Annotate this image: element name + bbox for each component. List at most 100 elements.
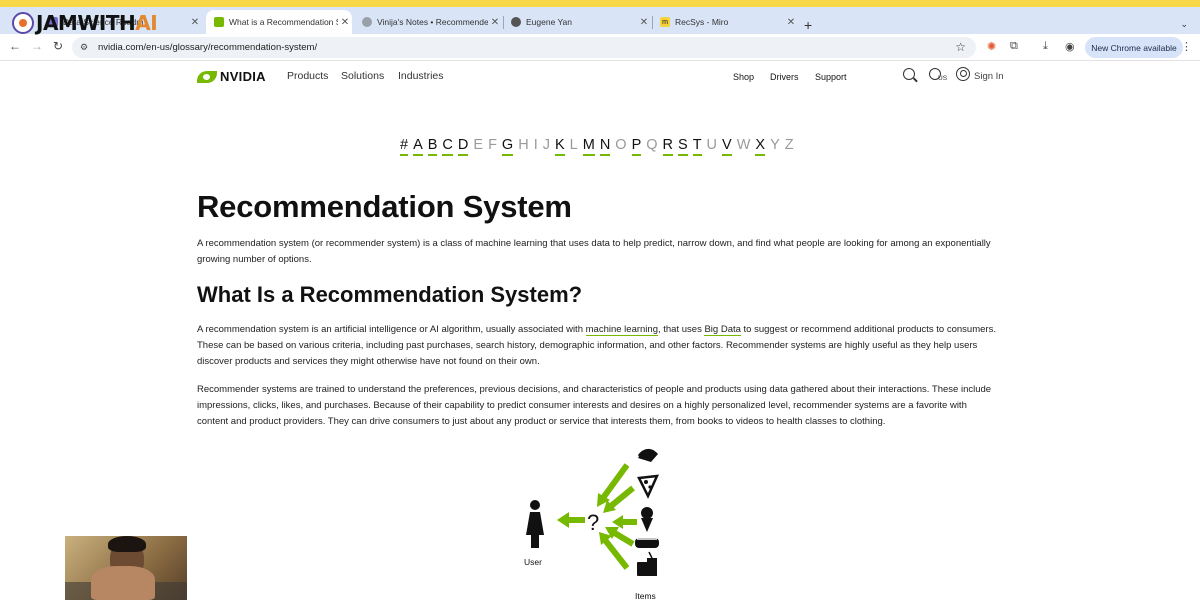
alphabet-letter-x[interactable]: X [755,137,766,156]
close-icon[interactable]: ✕ [188,17,202,28]
tab-eugene-yan[interactable]: Eugene Yan ✕ [503,10,651,34]
article: Recommendation System A recommendation s… [197,188,997,430]
body-paragraph-2: Recommender systems are trained to under… [197,384,992,427]
items-label: Items [635,591,656,600]
arrow-to-user-head [557,512,569,528]
logo-wordmark: JAMWITHAI [36,11,158,35]
alphabet-letter-hash[interactable]: # [400,137,409,156]
alphabet-letter-l: L [569,137,578,153]
tab-label: Vinija's Notes • Recommende [377,17,488,27]
user-icon[interactable] [956,67,970,81]
back-arrow-icon[interactable]: ← [9,39,21,53]
big-data-link[interactable]: Big Data [704,324,741,336]
close-icon[interactable]: ✕ [784,17,798,28]
glossary-alphabet-index: # A B C D E F G H I J K L M N O P Q R S T U V W X Y Z [400,137,799,156]
top-accent-strip [0,0,1200,7]
alphabet-letter-y: Y [770,137,780,153]
alphabet-letter-i: I [533,137,538,153]
machine-learning-link[interactable]: machine learning [585,324,658,336]
question-mark: ? [587,510,599,535]
alphabet-letter-z: Z [784,137,794,153]
alphabet-letter-f: F [488,137,497,153]
logo-part: JAM [36,11,78,35]
nav-drivers[interactable]: Drivers [770,72,799,82]
nvidia-wordmark: NVIDIA [220,69,266,84]
globe-icon [362,17,372,27]
url-text[interactable]: nvidia.com/en-us/glossary/recommendation… [98,42,317,53]
nav-solutions[interactable]: Solutions [341,70,384,82]
alphabet-letter-u: U [706,137,718,153]
arrow-from-icecream-head [612,515,623,529]
tab-vinija-notes[interactable]: Vinija's Notes • Recommende ✕ [354,10,502,34]
webcam-overlay [65,536,187,600]
alphabet-letter-v[interactable]: V [722,137,732,156]
browser-toolbar: ← → ↻ ⚙ nvidia.com/en-us/glossary/recomm… [0,34,1200,61]
site-info-icon[interactable]: ⚙ [80,42,96,53]
new-chrome-available-button[interactable]: New Chrome available [1085,37,1183,58]
sign-in-link[interactable]: Sign In [974,71,1004,82]
tab-recommendation-system[interactable]: What is a Recommendation S ✕ [206,10,352,34]
extension-icon[interactable]: ✺ [987,40,996,53]
alphabet-letter-t[interactable]: T [692,137,702,156]
user-figure-icon [526,500,544,548]
more-menu-icon[interactable]: ⋮ [1181,40,1192,53]
alphabet-letter-j: J [542,137,550,153]
nav-support[interactable]: Support [815,72,847,82]
download-icon[interactable]: ⤓ [1043,40,1048,53]
site-header: NVIDIA Products Solutions Industries Sho… [0,62,1200,92]
alphabet-letter-a[interactable]: A [413,137,423,156]
ice-cream-icon [641,507,653,532]
alphabet-letter-s[interactable]: S [678,137,688,156]
page-title: Recommendation System [197,189,572,224]
region-label[interactable]: US [938,75,947,82]
intro-paragraph: A recommendation system (or recommender … [197,238,991,265]
bookmark-star-icon[interactable]: ☆ [955,40,966,54]
new-tab-icon[interactable]: + [804,17,812,33]
close-icon[interactable]: ✕ [637,17,651,28]
search-icon[interactable] [903,68,915,80]
alphabet-letter-r[interactable]: R [662,137,674,156]
nav-shop[interactable]: Shop [733,72,754,82]
taco-icon [637,448,658,462]
alphabet-letter-q: Q [646,137,658,153]
text-run: , that uses [657,324,705,335]
logo-part: AI [135,11,158,35]
address-bar[interactable]: ⚙ nvidia.com/en-us/glossary/recommendati… [72,37,976,58]
tab-label: What is a Recommendation S [229,17,338,27]
reload-icon[interactable]: ↻ [53,39,63,53]
alphabet-letter-w: W [736,137,751,153]
forward-arrow-icon[interactable]: → [31,39,43,53]
puzzle-icon[interactable]: ⧉ [1010,40,1018,53]
text-run: A recommendation system is an artificial… [197,324,586,335]
webcam-hair [108,536,146,552]
alphabet-letter-g[interactable]: G [501,137,514,156]
profile-icon[interactable]: ◉ [1065,40,1075,53]
alphabet-letter-m[interactable]: M [582,137,595,156]
alphabet-letter-e: E [473,137,484,153]
alphabet-letter-n[interactable]: N [599,137,611,156]
section-heading: What Is a Recommendation System? [197,282,583,307]
alphabet-letter-c[interactable]: C [442,137,453,156]
alphabet-letter-k[interactable]: K [554,137,565,156]
recommendation-diagram: User ? Items [524,448,660,600]
tab-search-chevron-icon[interactable]: ⌄ [1180,19,1188,30]
alphabet-letter-b[interactable]: B [427,137,438,156]
eugene-icon [511,17,521,27]
nav-products[interactable]: Products [287,70,328,82]
alphabet-letter-p[interactable]: P [631,137,642,156]
logo-part: WITH [77,11,136,35]
alphabet-letter-d[interactable]: D [457,137,469,156]
arrow-from-fastfood [602,538,630,570]
close-icon[interactable]: ✕ [488,17,502,28]
webcam-hand [91,566,155,600]
alphabet-letter-o: O [615,137,627,153]
nvidia-logo[interactable]: NVIDIA [197,69,266,84]
nav-industries[interactable]: Industries [398,70,444,82]
tab-recsys-miro[interactable]: m RecSys - Miro ✕ [652,10,798,34]
logo-badge-icon [12,12,34,34]
tab-bar: Data Science Roadm ✕ What is a Recommend… [0,7,1200,34]
fast-food-icon [637,551,657,576]
close-icon[interactable]: ✕ [338,17,352,28]
body-paragraph-1: A recommendation system is an artificial… [197,322,997,370]
sushi-icon [635,538,659,548]
